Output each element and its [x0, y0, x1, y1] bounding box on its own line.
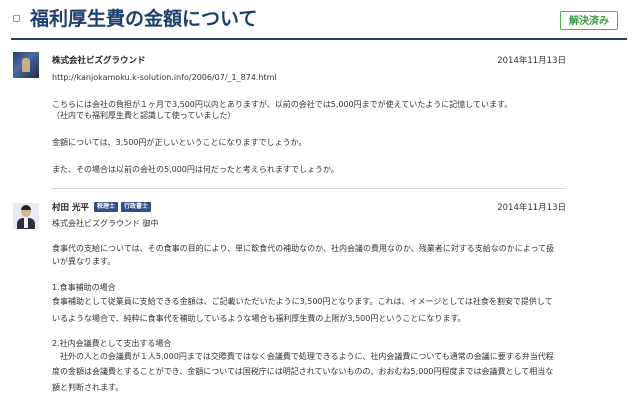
question-header: 福利厚生費の金額について 解決済み [0, 0, 638, 40]
body-line: いるような場合で、純粋に食事代を補助しているような場合も福利厚生費の上限が3,5… [52, 314, 466, 323]
reference-link[interactable]: http://kanjokamoku.k-solution.info/2006/… [52, 72, 277, 83]
author-name[interactable]: 株式会社ビズグラウンド [52, 54, 146, 66]
body-line: いが異なります。 [52, 257, 116, 266]
checkbox-icon[interactable] [13, 15, 20, 22]
resolved-badge: 解決済み [560, 11, 618, 30]
body-line: 食事補助として従業員に支給できる金額は、ご記載いただいたように3,500円となり… [52, 297, 553, 306]
body-line: こちらには会社の負担が１ヶ月で3,500円以内とありますが、以前の会社では5,0… [52, 100, 513, 109]
body-line: 金額については、3,500円が正しいということになりますでしょうか。 [52, 138, 307, 147]
post-date: 2014年11月13日 [497, 203, 566, 213]
author-name[interactable]: 村田 光平 [52, 201, 89, 213]
avatar [13, 203, 39, 229]
body-line: 株式会社ビズグラウンド 御中 [52, 219, 159, 228]
shirt-shape [24, 218, 28, 228]
header-divider [11, 38, 627, 40]
avatar [13, 52, 39, 78]
page-title: 福利厚生費の金額について [30, 8, 258, 30]
body-line: また、その場合は以前の会社の5,000円は何だったと考えられますでしょうか。 [52, 165, 339, 174]
post-date: 2014年11月13日 [497, 56, 566, 66]
post-divider [52, 188, 566, 189]
body-line: （社内でも福利厚生費と認識して使っていました） [52, 111, 236, 120]
license-badge: 税理士 [94, 202, 119, 212]
person-icon [22, 58, 30, 72]
body-line: 額と判断されます。 [52, 383, 124, 392]
body-line: 度の金額は会議費とすることができ、金額については国税庁には明記されていないものの… [52, 367, 554, 376]
body-line: 1.食事補助の場合 [52, 283, 116, 292]
body-line: 食事代の支給については、その食事の目的により、単に飲食代の補助なのか、社内会議の… [52, 244, 555, 253]
hair-shape [21, 205, 31, 210]
page: 福利厚生費の金額について 解決済み 株式会社ビズグラウンド 2014年11月13… [0, 0, 638, 406]
license-badge: 行政書士 [121, 202, 152, 212]
body-line: 社外の人との会議費が１人5,000円までは交際費ではなく会議費で処理できるように… [52, 352, 554, 361]
body-line: 2.社内会議費として支出する場合 [52, 339, 172, 348]
